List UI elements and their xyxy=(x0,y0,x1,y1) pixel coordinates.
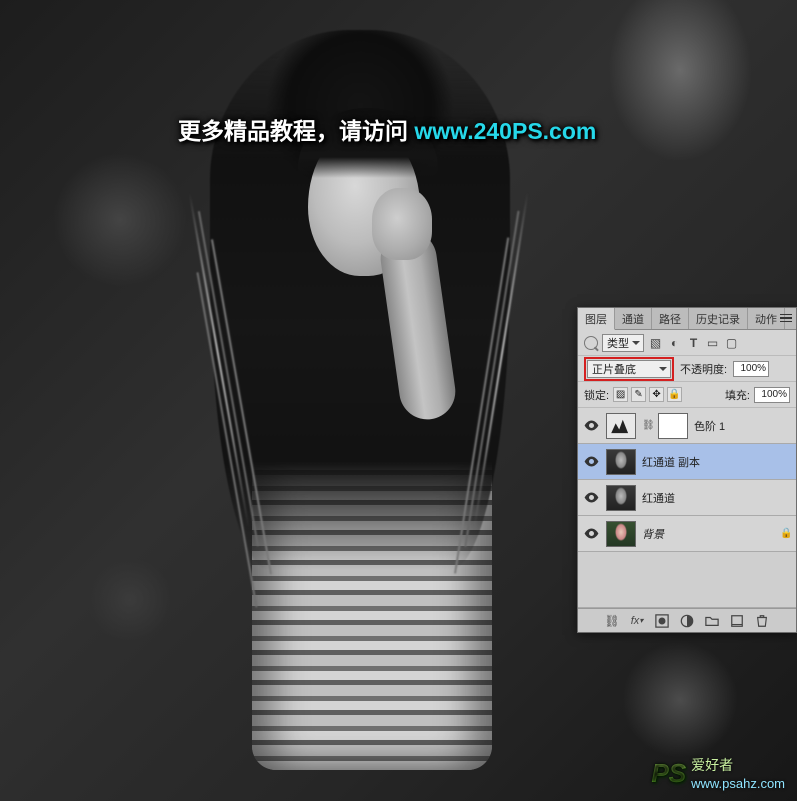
filter-search-icon[interactable] xyxy=(584,336,598,350)
watermark-url: www.240PS.com xyxy=(414,118,596,144)
filter-row: 类型 ▧ ◐ T ▭ ▢ xyxy=(578,330,796,356)
layer-item-red-copy[interactable]: 红通道 副本 xyxy=(578,444,796,480)
layer-name[interactable]: 色阶 1 xyxy=(694,418,792,434)
layers-list: ⛓ 色阶 1 红通道 副本 红通道 背景 🔒 xyxy=(578,408,796,608)
panel-footer: ⛓ fx▾ xyxy=(578,608,796,632)
tab-channels[interactable]: 通道 xyxy=(615,308,652,329)
layer-item-levels[interactable]: ⛓ 色阶 1 xyxy=(578,408,796,444)
watermark-text: 更多精品教程，请访问 xyxy=(178,118,414,144)
layer-item-background[interactable]: 背景 🔒 xyxy=(578,516,796,552)
lock-transparency-icon[interactable]: ▨ xyxy=(613,387,628,402)
visibility-eye-icon[interactable] xyxy=(582,525,600,543)
lock-icon: 🔒 xyxy=(780,528,792,540)
lock-pixels-icon[interactable]: ✎ xyxy=(631,387,646,402)
fill-input[interactable]: 100% xyxy=(754,387,790,403)
filter-adjust-icon[interactable]: ◐ xyxy=(667,335,682,350)
fill-label: 填充: xyxy=(725,387,750,403)
tab-history[interactable]: 历史记录 xyxy=(689,308,748,329)
layer-name[interactable]: 红通道 xyxy=(642,490,792,506)
blend-mode-value: 正片叠底 xyxy=(592,361,636,377)
visibility-eye-icon[interactable] xyxy=(582,489,600,507)
filter-shape-icon[interactable]: ▭ xyxy=(705,335,720,350)
add-mask-icon[interactable] xyxy=(654,613,670,629)
tab-paths[interactable]: 路径 xyxy=(652,308,689,329)
filter-pixel-icon[interactable]: ▧ xyxy=(648,335,663,350)
new-layer-icon[interactable] xyxy=(729,613,745,629)
layer-item-red[interactable]: 红通道 xyxy=(578,480,796,516)
blend-mode-select[interactable]: 正片叠底 xyxy=(587,360,671,378)
new-adjustment-icon[interactable] xyxy=(679,613,695,629)
panel-tabs: 图层 通道 路径 历史记录 动作 xyxy=(578,308,796,330)
layer-fx-icon[interactable]: fx▾ xyxy=(629,613,645,629)
layer-thumb-adjustment-icon xyxy=(606,413,636,439)
filter-kind-label: 类型 xyxy=(607,335,629,351)
watermark-label: 爱好者 www.psahz.com xyxy=(691,755,785,791)
opacity-input[interactable]: 100% xyxy=(733,361,769,377)
filter-kind-select[interactable]: 类型 xyxy=(602,334,644,352)
watermark-bottom-right: PS 爱好者 www.psahz.com xyxy=(651,755,785,791)
lock-label: 锁定: xyxy=(584,387,609,403)
blend-row: 正片叠底 不透明度: 100% xyxy=(578,356,796,382)
blend-mode-highlight: 正片叠底 xyxy=(584,357,674,381)
tab-layers[interactable]: 图层 xyxy=(578,308,615,330)
opacity-label: 不透明度: xyxy=(680,361,727,377)
ps-logo-icon: PS xyxy=(651,758,686,789)
layer-thumb xyxy=(606,449,636,475)
lock-position-icon[interactable]: ✥ xyxy=(649,387,664,402)
panel-menu-icon[interactable] xyxy=(778,311,794,325)
lock-icons: ▨ ✎ ✥ 🔒 xyxy=(613,387,682,402)
layers-empty-area xyxy=(578,552,796,608)
new-group-icon[interactable] xyxy=(704,613,720,629)
layers-panel: 图层 通道 路径 历史记录 动作 类型 ▧ ◐ T ▭ ▢ 正片叠底 不透明度:… xyxy=(577,307,797,633)
filter-smart-icon[interactable]: ▢ xyxy=(724,335,739,350)
filter-type-icon[interactable]: T xyxy=(686,335,701,350)
layer-mask-thumb xyxy=(658,413,688,439)
visibility-eye-icon[interactable] xyxy=(582,453,600,471)
layer-name[interactable]: 红通道 副本 xyxy=(642,454,792,470)
layer-name[interactable]: 背景 xyxy=(642,526,774,542)
lock-row: 锁定: ▨ ✎ ✥ 🔒 填充: 100% xyxy=(578,382,796,408)
watermark-top: 更多精品教程，请访问 www.240PS.com xyxy=(178,112,596,146)
mask-link-icon[interactable]: ⛓ xyxy=(642,420,652,431)
lock-all-icon[interactable]: 🔒 xyxy=(667,387,682,402)
link-layers-icon[interactable]: ⛓ xyxy=(604,613,620,629)
layer-thumb xyxy=(606,521,636,547)
visibility-eye-icon[interactable] xyxy=(582,417,600,435)
delete-layer-icon[interactable] xyxy=(754,613,770,629)
layer-thumb xyxy=(606,485,636,511)
